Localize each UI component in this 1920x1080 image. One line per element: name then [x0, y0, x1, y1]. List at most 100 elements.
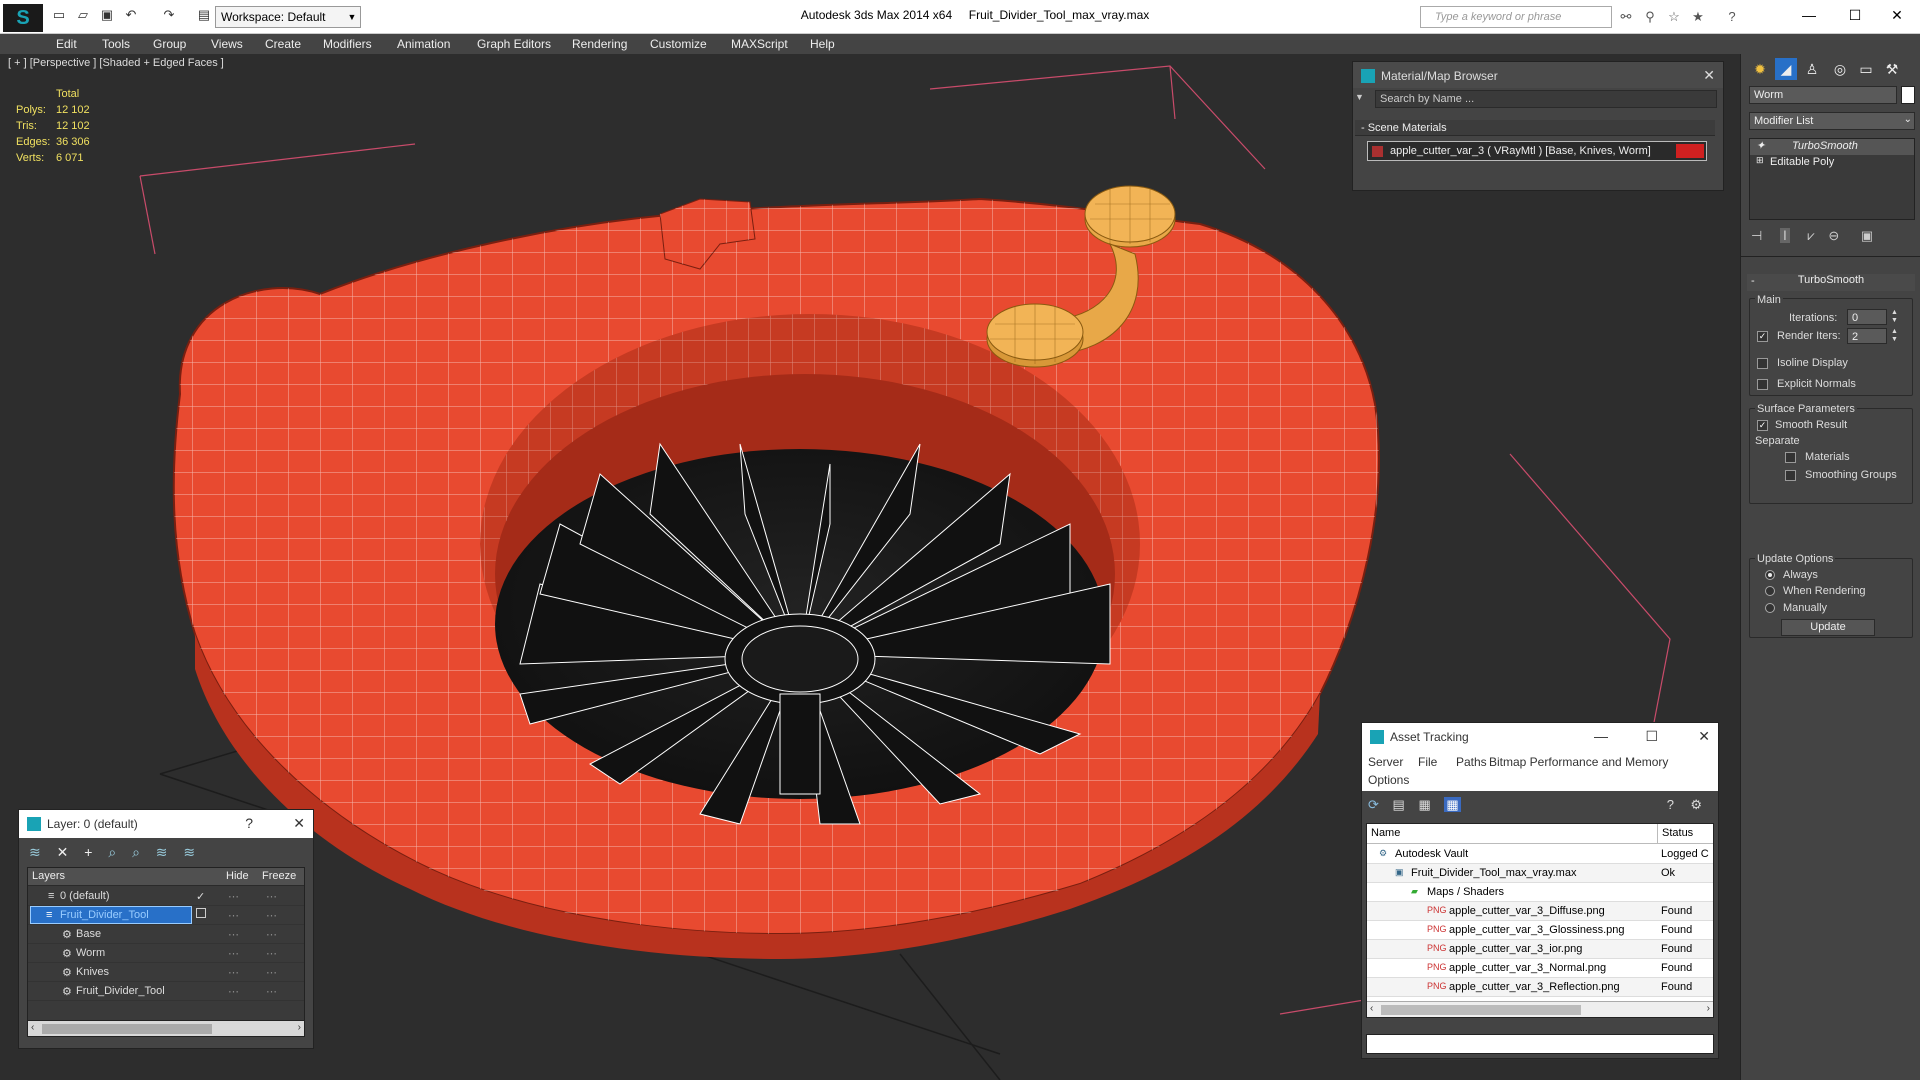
active-layer-check-icon[interactable]: ✓: [196, 890, 205, 903]
object-name-input[interactable]: Worm: [1749, 86, 1897, 104]
asset-row[interactable]: ▰ Maps / Shaders: [1367, 883, 1713, 902]
table-view-icon[interactable]: ▦: [1444, 797, 1461, 812]
scroll-right-icon[interactable]: ›: [1707, 1003, 1710, 1014]
stack-item-turbosmooth[interactable]: ✦ TurboSmooth: [1750, 139, 1914, 155]
menu-views[interactable]: Views: [211, 37, 243, 51]
menu-tools[interactable]: Tools: [102, 37, 130, 51]
separate-materials-checkbox[interactable]: [1785, 452, 1796, 463]
add-to-layer-icon[interactable]: +: [84, 844, 92, 860]
thumbnail-view-icon[interactable]: ▦: [1418, 797, 1430, 812]
stack-item-editable-poly[interactable]: ⊞ Editable Poly: [1750, 155, 1914, 171]
hierarchy-tab-icon[interactable]: ♙: [1801, 58, 1823, 80]
make-unique-icon[interactable]: ⩗: [1807, 228, 1814, 243]
minimize-icon[interactable]: —: [1594, 728, 1608, 744]
horizontal-scrollbar[interactable]: ‹ ›: [28, 1020, 304, 1036]
menu-animation[interactable]: Animation: [397, 37, 450, 51]
help-icon[interactable]: ?: [1722, 7, 1742, 27]
smooth-result-checkbox[interactable]: ✓: [1757, 420, 1768, 431]
freeze-toggle-icon[interactable]: ⋯: [266, 985, 277, 998]
scroll-left-icon[interactable]: ‹: [1370, 1003, 1373, 1014]
asset-row[interactable]: ▣ Fruit_Divider_Tool_max_vray.max Ok: [1367, 864, 1713, 883]
layer-row[interactable]: ⚙ Base ⋯ ⋯: [28, 925, 304, 944]
hide-all-icon[interactable]: ≋: [156, 844, 168, 860]
update-manually-radio[interactable]: [1765, 603, 1775, 613]
material-item[interactable]: apple_cutter_var_3 ( VRayMtl ) [Base, Kn…: [1367, 141, 1707, 161]
layer-row[interactable]: ≡ 0 (default) ✓ ⋯ ⋯: [28, 887, 304, 906]
scene-materials-header[interactable]: - Scene Materials: [1361, 122, 1447, 134]
close-icon[interactable]: ✕: [1698, 728, 1710, 745]
hide-toggle-icon[interactable]: ⋯: [228, 909, 239, 922]
help-icon[interactable]: ?: [245, 815, 253, 831]
asset-path-field[interactable]: [1366, 1034, 1714, 1054]
highlight-layer-icon[interactable]: ⌕: [132, 844, 140, 860]
layer-row[interactable]: ⚙ Knives ⋯ ⋯: [28, 963, 304, 982]
select-in-layer-icon[interactable]: ⌕: [108, 844, 116, 860]
hide-toggle-icon[interactable]: ⋯: [228, 947, 239, 960]
menu-graph-editors[interactable]: Graph Editors: [477, 37, 551, 51]
menu-maxscript[interactable]: MAXScript: [731, 37, 788, 51]
freeze-all-icon[interactable]: ≋: [183, 844, 195, 860]
layer-row[interactable]: ≡ Fruit_Divider_Tool ⋯ ⋯: [28, 906, 304, 925]
object-color-swatch[interactable]: [1901, 86, 1915, 104]
asset-row[interactable]: PNG apple_cutter_var_3_Glossiness.png Foun…: [1367, 921, 1713, 940]
col-name[interactable]: Name: [1371, 827, 1400, 839]
expand-plus-icon[interactable]: ⊞: [1756, 155, 1764, 166]
menu-customize[interactable]: Customize: [650, 37, 707, 51]
help-icon[interactable]: ?: [1667, 797, 1674, 812]
minimize-button[interactable]: —: [1786, 0, 1832, 30]
hide-toggle-icon[interactable]: ⋯: [228, 890, 239, 903]
vault-settings-icon[interactable]: ⚙: [1690, 797, 1702, 813]
create-tab-icon[interactable]: ✹: [1749, 58, 1771, 80]
maximize-icon[interactable]: ☐: [1645, 728, 1658, 745]
update-button[interactable]: Update: [1781, 619, 1875, 636]
lightbulb-icon[interactable]: ✦: [1756, 139, 1765, 152]
remove-modifier-icon[interactable]: ⊖: [1828, 228, 1839, 243]
freeze-toggle-icon[interactable]: ⋯: [266, 966, 277, 979]
close-button[interactable]: ✕: [1874, 0, 1920, 30]
spinner-arrows-icon[interactable]: ▲ ▼: [1891, 328, 1898, 344]
render-iters-checkbox[interactable]: ✓: [1757, 331, 1768, 342]
motion-tab-icon[interactable]: ◎: [1829, 58, 1851, 80]
close-icon[interactable]: ✕: [1703, 67, 1715, 84]
asset-row[interactable]: PNG apple_cutter_var_3_ior.png Found: [1367, 940, 1713, 959]
menu-options[interactable]: Options: [1368, 773, 1409, 787]
scroll-thumb[interactable]: [42, 1024, 212, 1034]
menu-rendering[interactable]: Rendering: [572, 37, 627, 51]
viewport-label[interactable]: [ + ] [Perspective ] [Shaded + Edged Fac…: [8, 57, 224, 69]
configure-sets-icon[interactable]: ▣: [1861, 228, 1873, 243]
list-view-icon[interactable]: ▤: [1393, 797, 1405, 812]
freeze-toggle-icon[interactable]: ⋯: [266, 909, 277, 922]
active-layer-box[interactable]: [196, 908, 206, 918]
hide-toggle-icon[interactable]: ⋯: [228, 928, 239, 941]
col-freeze[interactable]: Freeze: [262, 870, 296, 882]
update-always-radio[interactable]: [1765, 570, 1775, 580]
utilities-tab-icon[interactable]: ⚒: [1881, 58, 1903, 80]
delete-layer-icon[interactable]: ✕: [57, 844, 69, 860]
spinner-arrows-icon[interactable]: ▲ ▼: [1891, 309, 1898, 325]
hide-toggle-icon[interactable]: ⋯: [228, 966, 239, 979]
render-iters-spinner[interactable]: 2: [1847, 328, 1887, 344]
asset-row[interactable]: PNG apple_cutter_var_3_Reflection.png Foun…: [1367, 978, 1713, 997]
col-hide[interactable]: Hide: [226, 870, 249, 882]
asset-row[interactable]: PNG apple_cutter_var_3_Diffuse.png Found: [1367, 902, 1713, 921]
scroll-right-icon[interactable]: ›: [298, 1022, 301, 1033]
menu-help[interactable]: Help: [810, 37, 835, 51]
modifier-list-dropdown[interactable]: Modifier List ⌄: [1749, 112, 1915, 130]
material-search-input[interactable]: Search by Name ...: [1375, 90, 1717, 108]
favorites-icon[interactable]: ☆: [1664, 7, 1684, 27]
isoline-display-checkbox[interactable]: [1757, 358, 1768, 369]
asset-row[interactable]: ⚙ Autodesk Vault Logged C: [1367, 845, 1713, 864]
binoculars-icon[interactable]: ⚯: [1616, 7, 1636, 27]
horizontal-scrollbar[interactable]: ‹ ›: [1367, 1001, 1713, 1017]
menu-server[interactable]: Server: [1368, 755, 1403, 769]
create-layer-icon[interactable]: ≋: [29, 844, 41, 860]
pin-stack-icon[interactable]: ⊣: [1751, 228, 1762, 243]
menu-file[interactable]: File: [1418, 755, 1437, 769]
star-icon[interactable]: ★: [1688, 7, 1708, 27]
col-status[interactable]: Status: [1657, 824, 1697, 844]
iterations-spinner[interactable]: 0: [1847, 309, 1887, 325]
close-icon[interactable]: ✕: [293, 815, 305, 832]
hide-toggle-icon[interactable]: ⋯: [228, 985, 239, 998]
layer-row[interactable]: ⚙ Worm ⋯ ⋯: [28, 944, 304, 963]
communication-center-icon[interactable]: ⚲: [1640, 7, 1660, 27]
